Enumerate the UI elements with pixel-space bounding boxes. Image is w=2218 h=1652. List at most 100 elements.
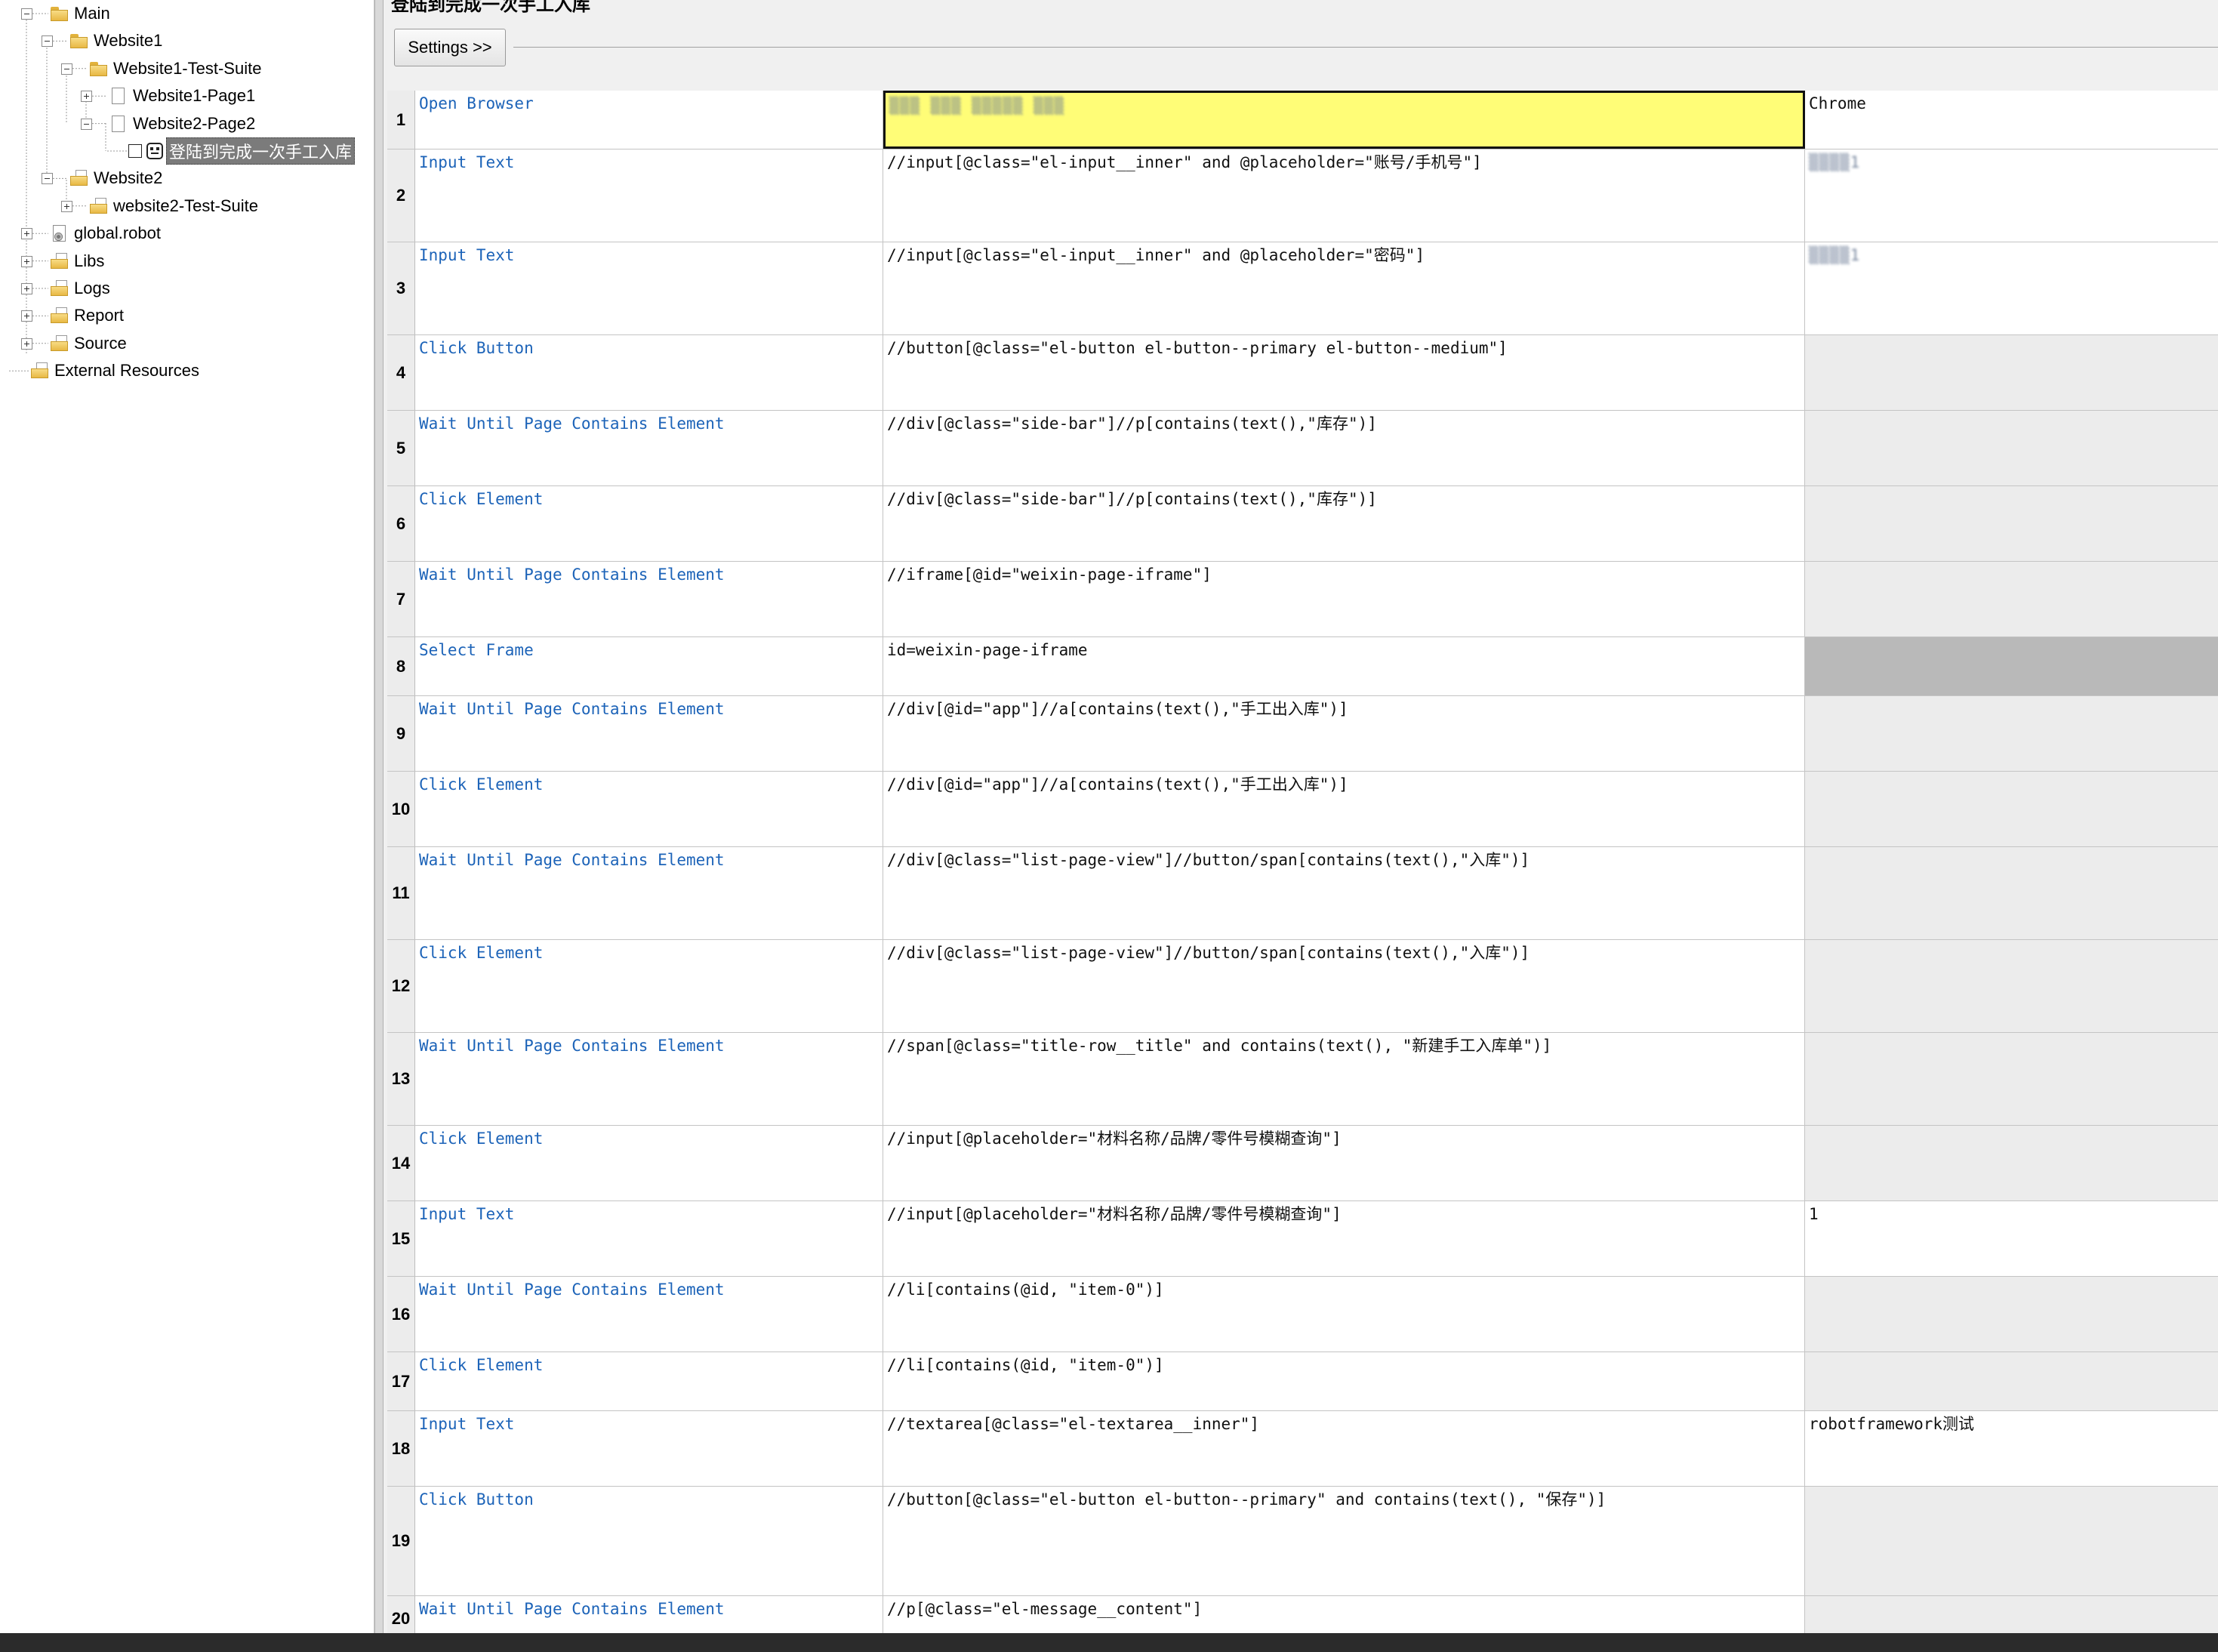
keyword-cell[interactable]: Input Text: [415, 242, 883, 334]
keyword-cell[interactable]: Click Element: [415, 772, 883, 846]
argument-1-cell[interactable]: //button[@class="el-button el-button--pr…: [883, 1487, 1805, 1595]
tree-item[interactable]: global.robot: [50, 222, 161, 245]
step-row[interactable]: 5 Wait Until Page Contains Element//div[@…: [387, 411, 2218, 486]
collapse-icon[interactable]: [61, 63, 72, 75]
row-number[interactable]: 2: [387, 149, 415, 242]
argument-2-cell[interactable]: [1805, 696, 2218, 771]
step-row[interactable]: 7 Wait Until Page Contains Element//ifram…: [387, 562, 2218, 637]
expand-icon[interactable]: [21, 255, 32, 267]
argument-2-cell[interactable]: robotframework测试: [1805, 1411, 2218, 1486]
keyword-cell[interactable]: Wait Until Page Contains Element: [415, 1277, 883, 1351]
tree-item[interactable]: 登陆到完成一次手工入库: [128, 137, 356, 165]
tree-item[interactable]: Website1-Page1: [109, 85, 255, 107]
step-row[interactable]: 10 Click Element//div[@id="app"]//a[conta…: [387, 772, 2218, 847]
expand-icon[interactable]: [21, 310, 32, 322]
step-row[interactable]: 17 Click Element//li[contains(@id, "item-…: [387, 1352, 2218, 1411]
row-number[interactable]: 4: [387, 335, 415, 410]
row-number[interactable]: 14: [387, 1126, 415, 1200]
argument-2-cell[interactable]: [1805, 1487, 2218, 1595]
settings-button[interactable]: Settings >>: [394, 29, 506, 66]
argument-1-cell[interactable]: //div[@id="app"]//a[contains(text(),"手工出…: [883, 772, 1805, 846]
argument-1-cell[interactable]: id=weixin-page-iframe: [883, 637, 1805, 695]
tree-item[interactable]: website2-Test-Suite: [89, 195, 258, 217]
panel-splitter[interactable]: [374, 0, 384, 1633]
argument-2-cell[interactable]: [1805, 562, 2218, 636]
row-number[interactable]: 1: [387, 91, 415, 149]
keyword-cell[interactable]: Wait Until Page Contains Element: [415, 847, 883, 939]
argument-2-cell[interactable]: [1805, 1277, 2218, 1351]
keyword-cell[interactable]: Wait Until Page Contains Element: [415, 562, 883, 636]
argument-1-cell[interactable]: //textarea[@class="el-textarea__inner"]: [883, 1411, 1805, 1486]
argument-1-cell[interactable]: //button[@class="el-button el-button--pr…: [883, 335, 1805, 410]
collapse-icon[interactable]: [21, 8, 32, 20]
expand-icon[interactable]: [21, 337, 32, 350]
argument-2-cell[interactable]: [1805, 486, 2218, 561]
step-row[interactable]: 1 Open Browser ▒▒▒ ▒▒▒ ▒▒▒▒▒ ▒▒▒ Chrome: [387, 91, 2218, 149]
argument-1-cell[interactable]: //li[contains(@id, "item-0")]: [883, 1277, 1805, 1351]
keyword-cell[interactable]: Input Text: [415, 1411, 883, 1486]
keyword-cell[interactable]: Click Element: [415, 940, 883, 1032]
argument-1-cell[interactable]: //iframe[@id="weixin-page-iframe"]: [883, 562, 1805, 636]
keyword-cell[interactable]: Click Button: [415, 1487, 883, 1595]
step-row[interactable]: 4 Click Button//button[@class="el-button …: [387, 335, 2218, 411]
keyword-cell[interactable]: Wait Until Page Contains Element: [415, 1596, 883, 1633]
argument-1-cell[interactable]: //p[@class="el-message__content"]: [883, 1596, 1805, 1633]
argument-2-cell[interactable]: [1805, 411, 2218, 485]
argument-1-cell[interactable]: //div[@class="side-bar"]//p[contains(tex…: [883, 411, 1805, 485]
row-number[interactable]: 18: [387, 1411, 415, 1486]
row-number[interactable]: 19: [387, 1487, 415, 1595]
tree-item[interactable]: Source: [50, 332, 127, 355]
argument-1-cell[interactable]: //input[@placeholder="材料名称/品牌/零件号模糊查询"]: [883, 1201, 1805, 1276]
tree-item[interactable]: Website1-Test-Suite: [89, 57, 261, 80]
step-row[interactable]: 20 Wait Until Page Contains Element//p[@c…: [387, 1596, 2218, 1633]
step-row[interactable]: 18 Input Text//textarea[@class="el-textar…: [387, 1411, 2218, 1487]
collapse-icon[interactable]: [42, 173, 53, 185]
keyword-cell[interactable]: Input Text: [415, 149, 883, 242]
step-row[interactable]: 19 Click Button//button[@class="el-button…: [387, 1487, 2218, 1596]
argument-2-cell[interactable]: [1805, 1352, 2218, 1410]
step-row[interactable]: 12 Click Element//div[@class="list-page-v…: [387, 940, 2218, 1033]
tree-item[interactable]: External Resources: [30, 359, 199, 382]
keyword-cell[interactable]: Wait Until Page Contains Element: [415, 1033, 883, 1125]
argument-2-cell[interactable]: Chrome: [1805, 91, 2218, 149]
argument-1-cell[interactable]: ▒▒▒ ▒▒▒ ▒▒▒▒▒ ▒▒▒: [883, 91, 1805, 149]
row-number[interactable]: 7: [387, 562, 415, 636]
argument-2-cell[interactable]: [1805, 335, 2218, 410]
step-row[interactable]: 9 Wait Until Page Contains Element//div[@…: [387, 696, 2218, 772]
tree-item[interactable]: Libs: [50, 250, 104, 273]
step-row[interactable]: 8 Select Frame id=weixin-page-iframe: [387, 637, 2218, 696]
row-number[interactable]: 15: [387, 1201, 415, 1276]
step-row[interactable]: 6 Click Element//div[@class="side-bar"]//…: [387, 486, 2218, 562]
row-number[interactable]: 20: [387, 1596, 415, 1633]
argument-1-cell[interactable]: //span[@class="title-row__title" and con…: [883, 1033, 1805, 1125]
step-row[interactable]: 16 Wait Until Page Contains Element//li[c…: [387, 1277, 2218, 1352]
argument-2-cell[interactable]: [1805, 847, 2218, 939]
argument-1-cell[interactable]: //div[@class="side-bar"]//p[contains(tex…: [883, 486, 1805, 561]
row-number[interactable]: 13: [387, 1033, 415, 1125]
row-number[interactable]: 3: [387, 242, 415, 334]
step-row[interactable]: 11 Wait Until Page Contains Element//div[…: [387, 847, 2218, 940]
argument-1-cell[interactable]: //div[@class="list-page-view"]//button/s…: [883, 940, 1805, 1032]
collapse-icon[interactable]: [42, 35, 53, 48]
argument-2-cell[interactable]: [1805, 637, 2218, 695]
test-checkbox[interactable]: [128, 144, 142, 158]
row-number[interactable]: 16: [387, 1277, 415, 1351]
row-number[interactable]: 10: [387, 772, 415, 846]
row-number[interactable]: 5: [387, 411, 415, 485]
argument-1-cell[interactable]: //input[@placeholder="材料名称/品牌/零件号模糊查询"]: [883, 1126, 1805, 1200]
keyword-cell[interactable]: Click Element: [415, 486, 883, 561]
collapse-icon[interactable]: [81, 118, 92, 130]
step-row[interactable]: 15 Input Text//input[@placeholder="材料名称/品…: [387, 1201, 2218, 1277]
step-row[interactable]: 13 Wait Until Page Contains Element//span…: [387, 1033, 2218, 1126]
argument-2-cell[interactable]: [1805, 940, 2218, 1032]
argument-2-cell[interactable]: [1805, 1033, 2218, 1125]
expand-icon[interactable]: [21, 228, 32, 240]
keyword-cell[interactable]: Open Browser: [415, 91, 883, 149]
tree-item[interactable]: Logs: [50, 277, 110, 300]
keyword-cell[interactable]: Input Text: [415, 1201, 883, 1276]
row-number[interactable]: 9: [387, 696, 415, 771]
argument-1-cell[interactable]: //li[contains(@id, "item-0")]: [883, 1352, 1805, 1410]
tree-item[interactable]: Report: [50, 304, 124, 327]
tree-item[interactable]: Website2: [69, 167, 162, 190]
project-tree[interactable]: Main Website1 Website1-Test-Suite Website1-…: [0, 0, 374, 1633]
